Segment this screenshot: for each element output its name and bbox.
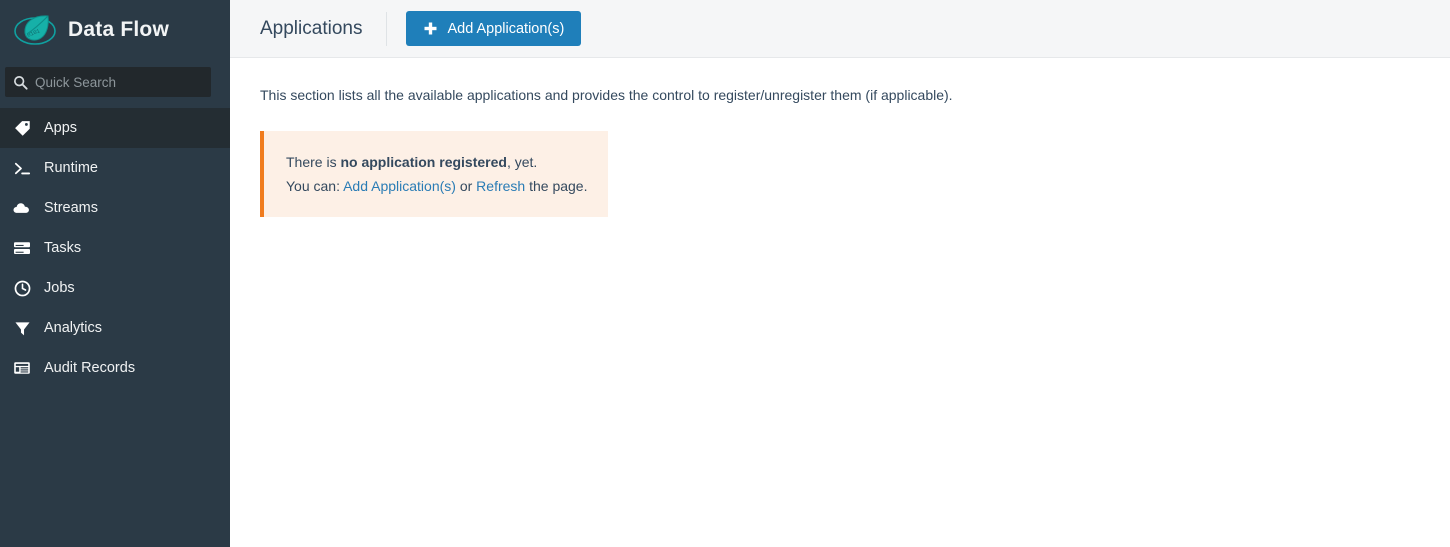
list-icon (0, 359, 44, 377)
add-application-button-label: Add Application(s) (447, 20, 565, 37)
refresh-link[interactable]: Refresh (476, 178, 525, 194)
alert-line1-bold: no application registered (340, 154, 507, 171)
quick-search-container (0, 58, 230, 107)
topbar-divider (386, 11, 388, 46)
sidebar: 0101 Data Flow Quick Search Apps Runtime… (0, 0, 230, 547)
alert-line-2: You can: Add Application(s) or Refresh t… (286, 174, 590, 198)
alert-line2-middle: or (455, 178, 477, 195)
sidebar-item-audit-records[interactable]: Audit Records (0, 348, 230, 388)
sidebar-item-jobs[interactable]: Jobs (0, 268, 230, 308)
sidebar-item-analytics[interactable]: Analytics (0, 308, 230, 348)
sidebar-item-label: Streams (44, 199, 98, 216)
sidebar-item-tasks[interactable]: Tasks (0, 228, 230, 268)
alert-line2-prefix: You can: (286, 178, 344, 195)
no-applications-alert: There is no application registered, yet.… (260, 131, 608, 218)
sidebar-item-label: Apps (44, 119, 78, 136)
content-area: This section lists all the available app… (230, 58, 1450, 218)
sidebar-item-label: Audit Records (44, 359, 136, 376)
sidebar-item-label: Analytics (44, 319, 103, 336)
main-area: Applications Add Application(s) This sec… (230, 0, 1450, 547)
alert-line1-prefix: There is (286, 154, 341, 171)
filter-icon (0, 319, 44, 338)
tag-icon (0, 119, 44, 138)
sidebar-item-label: Runtime (44, 159, 98, 176)
section-description: This section lists all the available app… (260, 87, 953, 103)
sidebar-item-streams[interactable]: Streams (0, 188, 230, 228)
topbar: Applications Add Application(s) (230, 0, 1450, 58)
sidebar-nav: Apps Runtime Streams Tasks Jobs Analytic… (0, 107, 230, 388)
quick-search-box[interactable] (5, 67, 212, 97)
alert-line1-suffix: , yet. (506, 154, 538, 171)
terminal-icon (0, 159, 44, 178)
brand-header: 0101 Data Flow (0, 0, 230, 58)
app-root: 0101 Data Flow Quick Search Apps Runtime… (0, 0, 1450, 547)
sidebar-item-apps[interactable]: Apps (0, 108, 230, 148)
search-input[interactable] (35, 68, 212, 96)
spring-cloud-dataflow-logo-icon: 0101 (12, 11, 58, 47)
page-title: Applications (260, 18, 363, 39)
plus-icon (423, 21, 438, 36)
sidebar-item-label: Tasks (44, 239, 82, 256)
sidebar-item-label: Jobs (44, 279, 75, 296)
alert-line2-suffix: the page. (525, 178, 588, 195)
add-application-button[interactable]: Add Application(s) (406, 11, 582, 46)
cloud-icon (0, 198, 44, 218)
search-icon (5, 75, 35, 90)
clock-icon (0, 279, 44, 298)
sidebar-item-runtime[interactable]: Runtime (0, 148, 230, 188)
server-icon (0, 239, 44, 257)
alert-line-1: There is no application registered, yet. (286, 150, 590, 174)
add-applications-link[interactable]: Add Application(s) (343, 178, 456, 194)
brand-title: Data Flow (68, 17, 169, 41)
